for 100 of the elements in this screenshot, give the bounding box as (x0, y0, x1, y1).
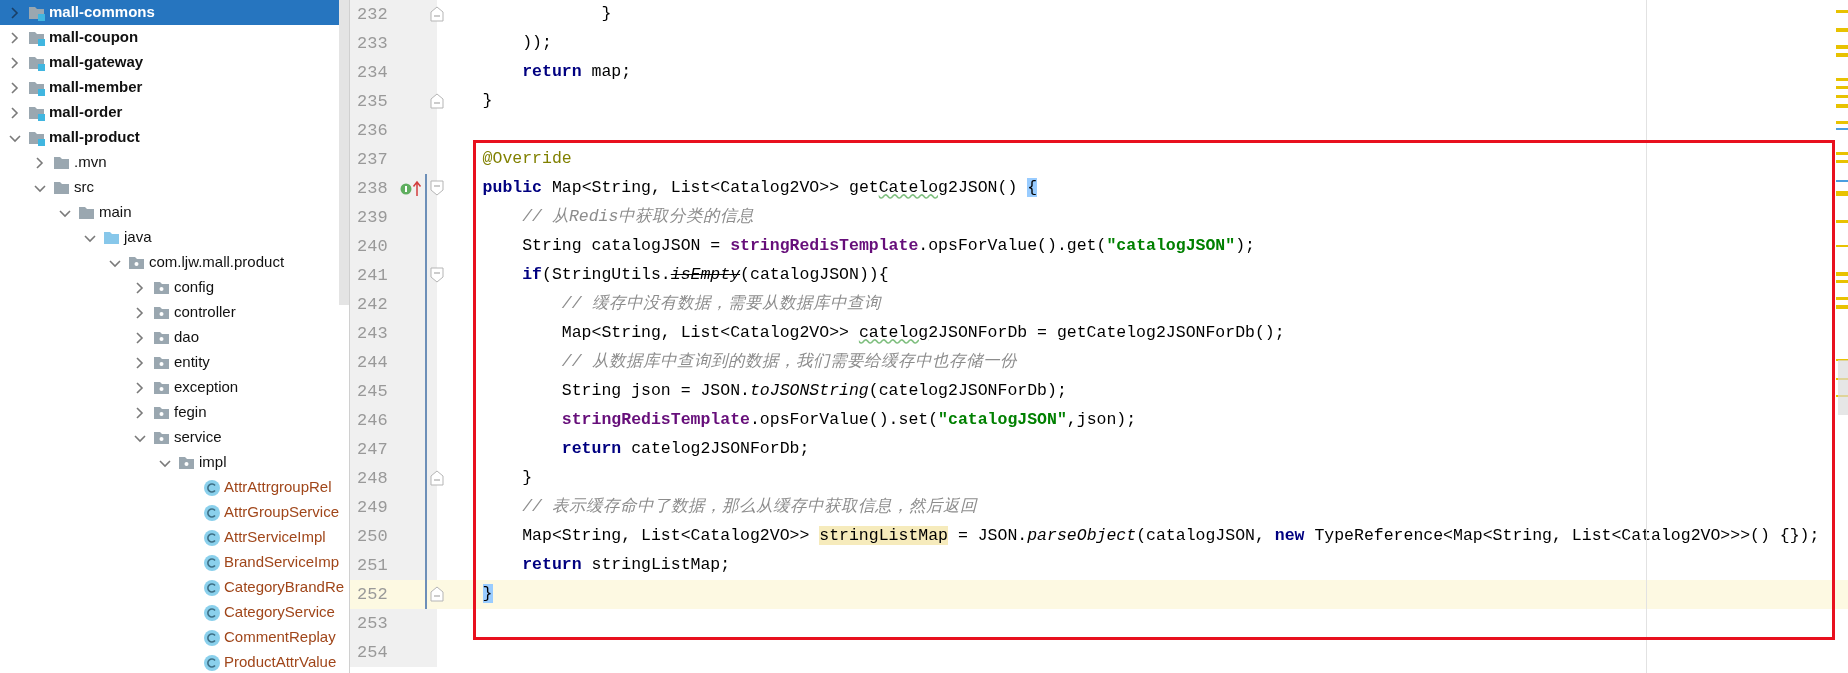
line-number: 252 (357, 583, 389, 606)
tree-item-label: CategoryBrandRe (224, 577, 345, 598)
class-icon (203, 628, 221, 647)
tree-row[interactable]: impl (0, 450, 340, 475)
tree-item-label: AttrGroupService (224, 502, 340, 523)
line-number: 253 (357, 612, 389, 635)
tree-item-label: .mvn (74, 152, 107, 173)
line-number: 233 (357, 32, 389, 55)
code-line: )); (521, 32, 552, 55)
code-line: return map; (521, 61, 632, 84)
tree-row[interactable]: CategoryService (0, 600, 340, 625)
line-number: 251 (357, 554, 389, 577)
line-number: 246 (357, 409, 389, 432)
line-number: 232 (357, 3, 389, 26)
tree-item-label: src (74, 177, 94, 198)
tree-row[interactable]: dao (0, 325, 340, 350)
line-number: 239 (357, 206, 389, 229)
tree-item-label: CategoryService (224, 602, 335, 623)
line-number: 248 (357, 467, 389, 490)
line-number: 244 (357, 351, 389, 374)
class-icon (203, 603, 221, 622)
class-icon (203, 528, 221, 547)
tree-row[interactable]: BrandServiceImp (0, 550, 340, 575)
line-number: 245 (357, 380, 389, 403)
tree-item-label: AttrAttrgroupRel (224, 477, 332, 498)
tree-row[interactable]: CommentReplay (0, 625, 340, 650)
code-line: // 表示缓存命中了数据，那么从缓存中获取信息，然后返回 (521, 496, 977, 519)
tree-row[interactable]: service (0, 425, 340, 450)
tree-item-label: impl (199, 452, 227, 473)
code-line: public Map<String, List<Catalog2VO>> getCatelog2JSON() { (481, 177, 1038, 200)
class-icon (203, 478, 221, 497)
code-line: // 缓存中没有数据，需要从数据库中查询 (560, 293, 881, 316)
line-number: 254 (357, 641, 389, 664)
tree-item-label: config (174, 277, 215, 298)
code-line: @Override (481, 148, 572, 171)
tree-item-label: mall-gateway (49, 52, 144, 73)
line-number: 236 (357, 119, 389, 142)
code-line: stringRedisTemplate.opsForValue().set("catalogJSON",json); (560, 409, 1137, 432)
class-icon (203, 553, 221, 572)
code-line: Map<String, List<Catalog2VO>> stringListMap = JSON.parseObject(catalogJSON, new TypeReference<Map<String, List<Catalog2VO>>>() {}); (521, 525, 1820, 548)
tree-item-label: exception (174, 377, 239, 398)
tree-row[interactable]: AttrServiceImpl (0, 525, 340, 550)
tree-row[interactable]: config (0, 275, 340, 300)
code-line: String json = JSON.toJSONString(catelog2JSONForDb); (560, 380, 1067, 403)
tree-item-label: main (99, 202, 132, 223)
tree-item-label: BrandServiceImp (224, 552, 340, 573)
tree-item-label: CommentReplay (224, 627, 336, 648)
code-line: // 从数据库中查询到的数据，我们需要给缓存中也存储一份 (560, 351, 1017, 374)
tree-item-label: service (174, 427, 222, 448)
line-number: 241 (357, 264, 389, 287)
tree-row[interactable]: mall-coupon (0, 25, 340, 50)
tree-row[interactable]: com.ljw.mall.product (0, 250, 340, 275)
tree-item-label: java (124, 227, 152, 248)
line-number: 238 (357, 177, 389, 200)
tree-item-label: dao (174, 327, 200, 348)
tree-row[interactable]: mall-order (0, 100, 340, 125)
tree-row[interactable]: controller (0, 300, 340, 325)
scrollbar-thumb[interactable] (339, 0, 349, 305)
class-icon (203, 653, 221, 672)
line-number: 240 (357, 235, 389, 258)
tree-item-label: AttrServiceImpl (224, 527, 326, 548)
code-line: Map<String, List<Catalog2VO>> catelog2JSONForDb = getCatelog2JSONForDb(); (560, 322, 1285, 345)
line-number: 249 (357, 496, 389, 519)
tree-item-label: mall-member (49, 77, 143, 98)
line-number: 235 (357, 90, 389, 113)
line-number: 247 (357, 438, 389, 461)
tree-item-label: controller (174, 302, 236, 323)
tree-row[interactable]: .mvn (0, 150, 340, 175)
code-line: } (521, 467, 533, 490)
line-number: 242 (357, 293, 389, 316)
tree-row[interactable]: mall-member (0, 75, 340, 100)
tree-item-label: mall-coupon (49, 27, 139, 48)
tree-row[interactable]: entity (0, 350, 340, 375)
code-line: } (600, 3, 612, 26)
tree-item-label: com.ljw.mall.product (149, 252, 285, 273)
code-line: return stringListMap; (521, 554, 731, 577)
tree-row[interactable]: ProductAttrValue (0, 650, 340, 673)
tree-row[interactable]: fegin (0, 400, 340, 425)
tree-row[interactable]: AttrAttrgroupRel (0, 475, 340, 500)
code-line: return catelog2JSONForDb; (560, 438, 810, 461)
tree-item-label: mall-commons (49, 2, 155, 23)
code-line: String catalogJSON = stringRedisTemplate.opsForValue().get("catalogJSON"); (521, 235, 1255, 258)
code-line: // 从Redis中获取分类的信息 (521, 206, 755, 229)
tree-row[interactable]: mall-product (0, 125, 340, 150)
tree-row[interactable]: main (0, 200, 340, 225)
tree-row[interactable]: java (0, 225, 340, 250)
tree-row[interactable]: mall-commons (0, 0, 340, 25)
tree-item-label: entity (174, 352, 210, 373)
line-number: 250 (357, 525, 389, 548)
tree-row[interactable]: AttrGroupService (0, 500, 340, 525)
tree-item-label: fegin (174, 402, 207, 423)
tree-row[interactable]: exception (0, 375, 340, 400)
tree-item-label: ProductAttrValue (224, 652, 337, 673)
line-number: 234 (357, 61, 389, 84)
code-line: } (481, 90, 493, 113)
tree-row[interactable]: src (0, 175, 340, 200)
code-line: if(StringUtils.isEmpty(catalogJSON)){ (521, 264, 889, 287)
tree-row[interactable]: mall-gateway (0, 50, 340, 75)
tree-item-label: mall-product (49, 127, 140, 148)
tree-item-label: mall-order (49, 102, 123, 123)
